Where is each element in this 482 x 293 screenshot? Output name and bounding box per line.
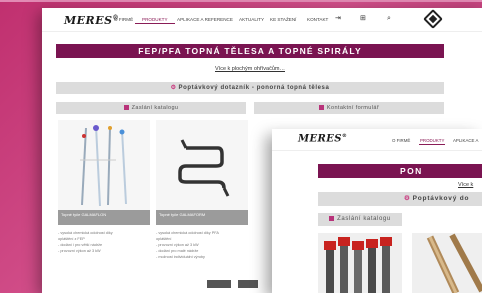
- contact-form-label: Kontaktní formulář: [326, 105, 380, 111]
- product-image-galmaflon: [58, 120, 150, 210]
- nav-active-underline: [419, 144, 445, 145]
- cart-icon[interactable]: ⊞: [360, 15, 366, 22]
- inquiry-bar[interactable]: ⚙ Poptávkový dotazník - ponorná topná těl…: [56, 82, 444, 94]
- site-header: MERES® O FIRMĚ PRODUKTY APLIKACE A REFER…: [42, 8, 482, 32]
- footer-button[interactable]: [238, 280, 258, 288]
- book-icon: [329, 216, 335, 221]
- site-header: MERES® O FIRMĚ PRODUKTY APLIKACE A: [272, 129, 482, 151]
- nav-ke-stazeni[interactable]: KE STAŽENÍ: [270, 17, 296, 22]
- gear-icon: ⚙: [404, 195, 411, 202]
- inquiry-bar[interactable]: ⚙ Poptávkový do: [318, 192, 482, 206]
- product-image-rods: [318, 233, 402, 293]
- product-caption: Topné tyče GALMAFORM: [156, 210, 248, 225]
- gear-icon: ⚙: [170, 85, 177, 91]
- nav-produkty[interactable]: PRODUKTY: [142, 17, 168, 22]
- website-window-front: MERES® O FIRMĚ PRODUKTY APLIKACE A PON V…: [272, 129, 482, 293]
- search-icon[interactable]: ⌕: [387, 15, 391, 22]
- page-title: FEP/PFA TOPNÁ TĚLESA A TOPNÉ SPIRÁLY: [56, 44, 444, 58]
- product-card-galmaflon[interactable]: Topné tyče GALMAFLON: [58, 120, 150, 225]
- meres-logo[interactable]: MERES®: [298, 133, 347, 144]
- catalog-button[interactable]: Zaslání katalogu: [56, 102, 246, 114]
- triangle-brand-icon: [423, 9, 443, 29]
- nav-kontakt[interactable]: KONTAKT: [307, 17, 328, 22]
- footer-button[interactable]: [207, 280, 231, 288]
- inquiry-label: Poptávkový dotazník - ponorná topná těle…: [178, 85, 330, 91]
- login-icon[interactable]: ⇥: [335, 15, 341, 22]
- catalog-button[interactable]: Zaslání katalogu: [318, 213, 402, 226]
- nav-aplikace[interactable]: APLIKACE A REFERENCE: [177, 17, 233, 22]
- nav-o-firme[interactable]: O FIRMĚ: [392, 138, 410, 143]
- product-image-galmaform: [156, 120, 248, 210]
- flat-heaters-link[interactable]: Více k: [458, 182, 473, 188]
- meres-logo[interactable]: MERES®: [64, 14, 119, 27]
- product-features-list: - vysoká chemická odolnost díky opláštěn…: [58, 230, 150, 254]
- page-title: PON: [318, 164, 482, 178]
- nav-active-underline: [135, 23, 175, 24]
- product-card-galmaform[interactable]: Topné tyče GALMAFORM: [156, 120, 248, 225]
- background-stripe: [0, 0, 482, 2]
- flat-heaters-link[interactable]: Více k plochým ohřívačům…: [56, 66, 444, 72]
- mail-icon: [318, 105, 324, 110]
- catalog-label: Zaslání katalogu: [131, 105, 179, 111]
- nav-o-firme[interactable]: O FIRMĚ: [114, 17, 133, 22]
- feature-item: - možnost individuální výroby: [156, 255, 205, 259]
- nav-produkty[interactable]: PRODUKTY: [420, 138, 444, 143]
- product-features-list: - vysoká chemická odolnost díky PFA oplá…: [156, 230, 248, 260]
- contact-form-button[interactable]: Kontaktní formulář: [254, 102, 444, 114]
- product-image-tubes: [412, 233, 482, 293]
- nav-aplikace[interactable]: APLIKACE A: [453, 138, 478, 143]
- feature-item: - provozní výkon až 3 kW: [58, 249, 101, 253]
- book-icon: [123, 105, 129, 110]
- nav-aktuality[interactable]: AKTUALITY: [239, 17, 264, 22]
- catalog-label: Zaslání katalogu: [337, 216, 391, 222]
- inquiry-label: Poptávkový do: [412, 195, 470, 202]
- product-caption: Topné tyče GALMAFLON: [58, 210, 150, 225]
